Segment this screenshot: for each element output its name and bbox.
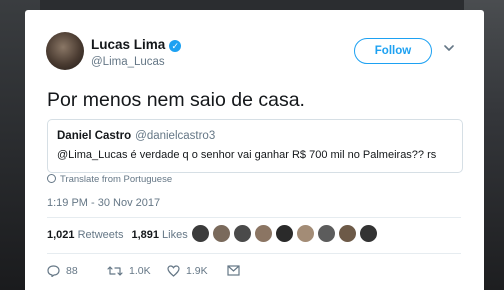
message-action[interactable]	[227, 265, 246, 276]
divider	[47, 253, 461, 254]
liker-avatar[interactable]	[275, 224, 294, 243]
liker-avatar[interactable]	[296, 224, 315, 243]
retweets-stat[interactable]: 1,021 Retweets	[47, 229, 123, 241]
liker-avatar[interactable]	[254, 224, 273, 243]
like-count: 1.9K	[186, 265, 208, 277]
envelope-icon	[227, 265, 240, 276]
retweet-icon	[107, 266, 123, 276]
likes-count: 1,891	[131, 229, 159, 241]
tweet-timestamp[interactable]: 1:19 PM - 30 Nov 2017	[47, 197, 160, 209]
likes-label: Likes	[162, 229, 188, 241]
quoted-tweet-text: @Lima_Lucas é verdade q o senhor vai gan…	[57, 149, 437, 161]
chevron-down-icon[interactable]	[444, 43, 454, 53]
follow-button[interactable]: Follow	[354, 38, 432, 64]
translate-link[interactable]: Translate from Portuguese	[47, 174, 172, 185]
tweet-text: Por menos nem saio de casa.	[47, 89, 305, 111]
heart-icon	[167, 265, 180, 277]
globe-icon	[47, 174, 56, 183]
retweets-count: 1,021	[47, 229, 75, 241]
author-name-row[interactable]: Lucas Lima ✓	[91, 37, 182, 52]
liker-avatar[interactable]	[191, 224, 210, 243]
retweet-count: 1.0K	[129, 265, 151, 277]
translate-label[interactable]: Translate from Portuguese	[60, 174, 172, 185]
liker-avatar[interactable]	[233, 224, 252, 243]
retweets-label: Retweets	[77, 229, 124, 241]
liker-avatar[interactable]	[212, 224, 231, 243]
quoted-tweet[interactable]: Daniel Castro @danielcastro3 @Lima_Lucas …	[47, 119, 463, 173]
likes-stat[interactable]: 1,891 Likes	[131, 229, 187, 241]
engagement-stats: 1,021 Retweets 1,891 Likes	[47, 229, 188, 241]
author-handle[interactable]: @Lima_Lucas	[91, 56, 165, 68]
author-avatar[interactable]	[46, 32, 84, 70]
reply-icon	[47, 265, 60, 277]
quoted-author-name: Daniel Castro	[57, 130, 132, 142]
tweet-card: Lucas Lima ✓ @Lima_Lucas Follow Por menos…	[25, 10, 484, 290]
reply-action[interactable]: 88	[47, 265, 78, 277]
liker-avatar[interactable]	[338, 224, 357, 243]
reply-count: 88	[66, 265, 78, 277]
liker-avatar[interactable]	[359, 224, 378, 243]
like-action[interactable]: 1.9K	[167, 265, 208, 277]
retweet-action[interactable]: 1.0K	[107, 265, 151, 277]
divider	[47, 217, 461, 218]
quoted-author-row: Daniel Castro @danielcastro3	[57, 130, 215, 142]
liker-avatar[interactable]	[317, 224, 336, 243]
verified-badge-icon: ✓	[169, 40, 182, 52]
author-name[interactable]: Lucas Lima	[91, 37, 165, 52]
quoted-author-handle: @danielcastro3	[135, 130, 216, 142]
